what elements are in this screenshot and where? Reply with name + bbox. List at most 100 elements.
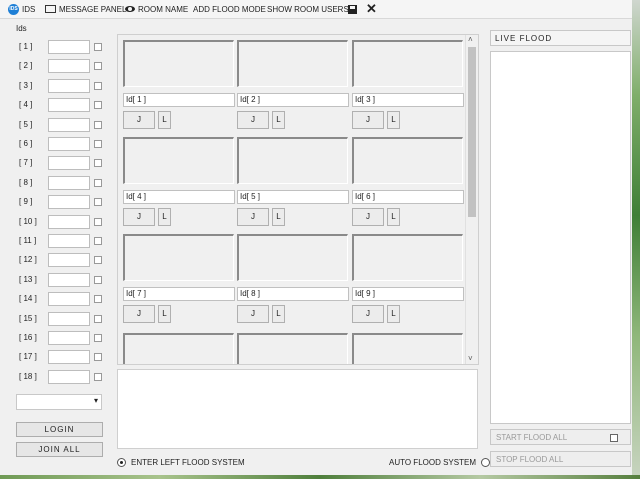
cell-id-field[interactable]: Id[ 8 ] (237, 287, 349, 301)
menu-ids[interactable]: IDS IDS (8, 3, 35, 15)
id-grid-panel[interactable]: Id[ 1 ] J L Id[ 2 ] J L Id[ 3 ] J L Id[ 4 ] J L Id[ … (117, 34, 479, 365)
cell-id-field[interactable]: Id[ 2 ] (237, 93, 349, 107)
id-checkbox[interactable] (94, 101, 102, 110)
cell-id-field[interactable]: Id[ 6 ] (352, 190, 464, 204)
close-button[interactable]: ✕ (366, 2, 377, 15)
id-input[interactable] (48, 253, 90, 268)
id-input[interactable] (48, 40, 90, 54)
join-button[interactable]: J (352, 208, 384, 226)
id-input[interactable] (48, 292, 90, 307)
id-checkbox[interactable] (94, 217, 102, 226)
id-checkbox[interactable] (94, 62, 102, 71)
auto-flood-option[interactable]: AUTO FLOOD SYSTEM (389, 457, 490, 468)
id-input[interactable] (48, 195, 90, 210)
leave-button[interactable]: L (387, 305, 400, 323)
join-button[interactable]: J (352, 111, 384, 129)
radio-icon[interactable] (117, 458, 126, 467)
id-checkbox[interactable] (94, 334, 102, 342)
id-checkbox[interactable] (94, 353, 102, 362)
join-all-button[interactable]: JOIN ALL (16, 442, 103, 457)
id-row-label: [ 3 ] (19, 80, 33, 90)
id-input[interactable] (48, 234, 90, 248)
scroll-up-icon[interactable]: ˄ (468, 35, 473, 44)
login-button[interactable]: LOGIN (16, 422, 103, 437)
id-row: [ 9 ] (14, 195, 104, 210)
id-checkbox[interactable] (94, 275, 102, 284)
menu-room-name[interactable]: ROOM NAME (125, 3, 188, 15)
menu-add-flood-mode[interactable]: ADD FLOOD MODE (193, 3, 266, 15)
id-input[interactable] (48, 272, 90, 287)
id-checkbox[interactable] (94, 372, 102, 381)
id-row-label: [ 2 ] (19, 61, 33, 71)
menu-message-panel[interactable]: MESSAGE PANEL (45, 3, 126, 15)
leave-button[interactable]: L (158, 208, 171, 226)
mode-select[interactable]: ▾ (16, 394, 102, 410)
leave-button[interactable]: L (272, 208, 285, 226)
id-input[interactable] (48, 175, 90, 190)
cell-id-field[interactable]: Id[ 5 ] (237, 190, 349, 204)
id-row-label: [ 12 ] (19, 255, 37, 265)
id-row: [ 13 ] (14, 272, 104, 287)
leave-button[interactable]: L (272, 305, 285, 323)
id-input[interactable] (48, 59, 90, 74)
eye-icon (125, 6, 135, 12)
id-row: [ 18 ] (14, 369, 104, 384)
leave-button[interactable]: L (387, 111, 400, 129)
id-checkbox[interactable] (94, 256, 102, 265)
scroll-thumb[interactable] (468, 47, 476, 217)
id-input[interactable] (48, 311, 90, 326)
stop-flood-all-button[interactable]: STOP FLOOD ALL (490, 451, 631, 467)
menu-show-room-users[interactable]: SHOW ROOM USERS (267, 3, 349, 15)
join-button[interactable]: J (123, 208, 155, 226)
start-flood-all-checkbox[interactable] (610, 434, 618, 442)
id-checkbox[interactable] (94, 140, 102, 148)
id-input[interactable] (48, 214, 90, 229)
id-input[interactable] (48, 350, 90, 365)
leave-button[interactable]: L (158, 111, 171, 129)
avatar-frame (237, 234, 348, 281)
join-button[interactable]: J (237, 208, 269, 226)
id-checkbox[interactable] (94, 198, 102, 207)
start-flood-all-button[interactable]: START FLOOD ALL (490, 429, 631, 445)
id-input[interactable] (48, 369, 90, 384)
id-input[interactable] (48, 156, 90, 171)
join-button[interactable]: J (123, 305, 155, 323)
leave-button[interactable]: L (272, 111, 285, 129)
avatar-frame (123, 234, 234, 281)
live-flood-log[interactable] (490, 51, 631, 424)
join-button[interactable]: J (237, 305, 269, 323)
cell-id-field[interactable]: Id[ 1 ] (123, 93, 235, 107)
id-checkbox[interactable] (94, 43, 102, 51)
id-checkbox[interactable] (94, 178, 102, 187)
join-button[interactable]: J (237, 111, 269, 129)
join-button[interactable]: J (352, 305, 384, 323)
radio-icon[interactable] (480, 458, 490, 467)
id-checkbox[interactable] (94, 237, 102, 245)
leave-button[interactable]: L (158, 305, 171, 323)
message-textbox[interactable] (117, 369, 478, 449)
cell-id-field[interactable]: Id[ 7 ] (123, 287, 235, 301)
leave-button[interactable]: L (387, 208, 400, 226)
cell-id-field[interactable]: Id[ 9 ] (352, 287, 464, 301)
enter-left-flood-option[interactable]: ENTER LEFT FLOOD SYSTEM (117, 457, 245, 468)
scroll-down-icon[interactable]: ˅ (468, 354, 473, 363)
id-checkbox[interactable] (94, 159, 102, 168)
minimize-button[interactable] (348, 3, 360, 15)
id-row: [ 11 ] (14, 234, 104, 248)
id-checkbox[interactable] (94, 120, 102, 129)
id-input[interactable] (48, 331, 90, 345)
avatar-frame (123, 137, 234, 184)
grid-scrollbar[interactable]: ˄ ˅ (465, 35, 478, 364)
id-checkbox[interactable] (94, 314, 102, 323)
cell-id-field[interactable]: Id[ 3 ] (352, 93, 464, 107)
id-input[interactable] (48, 137, 90, 151)
id-input[interactable] (48, 117, 90, 132)
id-row: [ 4 ] (14, 98, 104, 113)
id-checkbox[interactable] (94, 81, 102, 90)
id-checkbox[interactable] (94, 295, 102, 304)
id-input[interactable] (48, 78, 90, 93)
id-input[interactable] (48, 98, 90, 113)
join-button[interactable]: J (123, 111, 155, 129)
cell-id-field[interactable]: Id[ 4 ] (123, 190, 235, 204)
id-row: [ 12 ] (14, 253, 104, 268)
